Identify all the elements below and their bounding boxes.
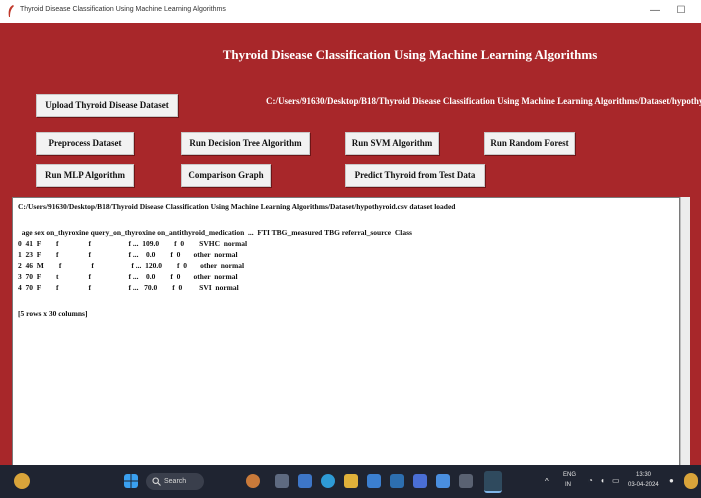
task-view-icon[interactable] <box>275 474 289 488</box>
copilot-icon[interactable] <box>246 474 260 488</box>
edge-icon[interactable] <box>321 474 335 488</box>
clock-date[interactable]: 03-04-2024 <box>628 482 659 488</box>
window-title: Thyroid Disease Classification Using Mac… <box>20 6 226 13</box>
python-app-icon[interactable] <box>484 471 502 493</box>
output-scrollbar[interactable] <box>680 197 690 465</box>
outlook-icon[interactable] <box>413 474 427 488</box>
start-icon[interactable] <box>124 474 138 488</box>
tray-overflow-chevron-icon[interactable]: ^ <box>545 477 549 486</box>
language-indicator[interactable]: ENG <box>563 472 576 478</box>
run-mlp-button[interactable]: Run MLP Algorithm <box>36 164 134 187</box>
python-feather-icon <box>8 5 14 17</box>
upload-dataset-button[interactable]: Upload Thyroid Disease Dataset <box>36 94 178 117</box>
file-explorer-icon[interactable] <box>344 474 358 488</box>
maximize-button[interactable]: ☐ <box>670 3 692 19</box>
notification-bell-icon[interactable]: ● <box>669 476 674 485</box>
region-indicator[interactable]: IN <box>565 482 571 488</box>
output-line: 2 46 M f f f ... 120.0 f 0 other normal <box>18 261 245 270</box>
output-line: 4 70 F f f f ... 70.0 f 0 SVI normal <box>18 283 239 292</box>
output-line: 0 41 F f f f ... 109.0 f 0 SVHC normal <box>18 239 248 248</box>
search-label: Search <box>164 478 187 485</box>
word-icon[interactable] <box>436 474 450 488</box>
weather-icon[interactable] <box>14 473 30 489</box>
dataset-path-label: C:/Users/91630/Desktop/B18/Thyroid Disea… <box>266 96 701 106</box>
teams-icon[interactable] <box>298 474 312 488</box>
clock-time[interactable]: 13:30 <box>636 472 651 478</box>
app-panel: Thyroid Disease Classification Using Mac… <box>0 23 701 467</box>
taskbar: Search ^ ENG IN ◔ ◖ ▭ 13:30 03-04-2024 ● <box>0 465 701 498</box>
search-icon <box>152 477 161 486</box>
volume-icon[interactable]: ◖ <box>600 476 605 485</box>
output-text-area[interactable]: C:/Users/91630/Desktop/B18/Thyroid Disea… <box>12 197 680 467</box>
window-titlebar: Thyroid Disease Classification Using Mac… <box>0 0 701 24</box>
predict-thyroid-button[interactable]: Predict Thyroid from Test Data <box>345 164 485 187</box>
minimize-button[interactable]: — <box>644 3 666 19</box>
app-heading: Thyroid Disease Classification Using Mac… <box>222 47 598 62</box>
output-line: [5 rows x 30 columns] <box>18 309 88 318</box>
battery-icon[interactable]: ▭ <box>612 476 620 485</box>
run-random-forest-button[interactable]: Run Random Forest <box>484 132 575 155</box>
output-line: 1 23 F f f f ... 0.0 f 0 other normal <box>18 250 238 259</box>
preprocess-dataset-button[interactable]: Preprocess Dataset <box>36 132 134 155</box>
run-decision-tree-button[interactable]: Run Decision Tree Algorithm <box>181 132 310 155</box>
mail-icon[interactable] <box>390 474 404 488</box>
output-line: 3 70 F t f f ... 0.0 f 0 other normal <box>18 272 238 281</box>
wifi-icon[interactable]: ◔ <box>588 476 593 485</box>
output-line: C:/Users/91630/Desktop/B18/Thyroid Disea… <box>18 202 456 211</box>
run-svm-button[interactable]: Run SVM Algorithm <box>345 132 439 155</box>
output-line: age sex on_thyroxine query_on_thyroxine … <box>18 228 412 237</box>
store-icon[interactable] <box>367 474 381 488</box>
taskbar-search[interactable]: Search <box>146 473 204 490</box>
copilot-tray-icon[interactable] <box>684 473 698 489</box>
comparison-graph-button[interactable]: Comparison Graph <box>181 164 271 187</box>
terminal-icon[interactable] <box>459 474 473 488</box>
